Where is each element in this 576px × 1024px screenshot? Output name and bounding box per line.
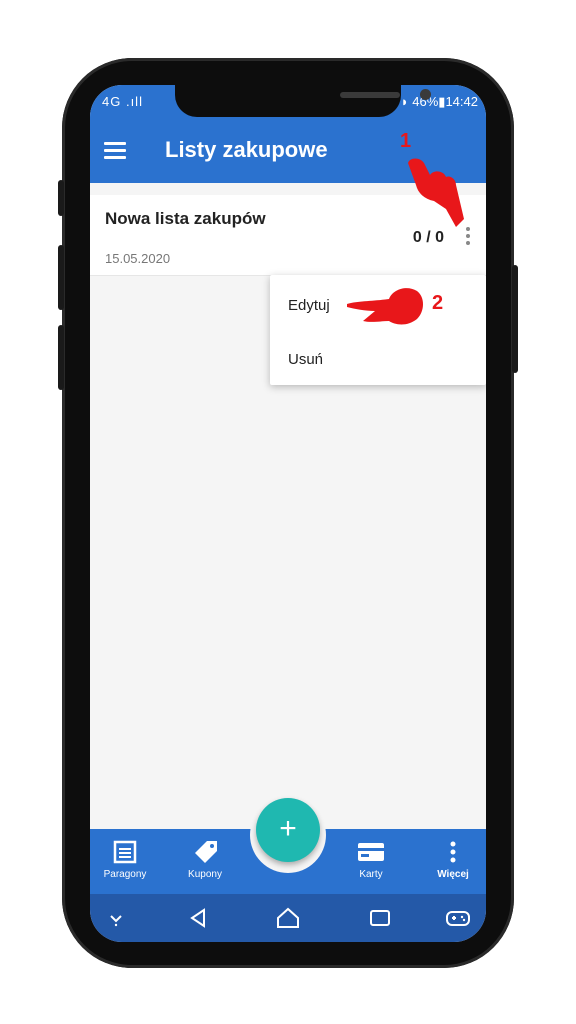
nav-item-receipts[interactable]: Paragony [90, 839, 160, 880]
nav-item-coupons[interactable]: Kupony [170, 839, 240, 880]
nav-label-receipts: Paragony [103, 869, 147, 880]
list-date: 15.05.2020 [105, 251, 171, 266]
hamburger-menu-icon[interactable] [104, 142, 126, 159]
nav-item-cards[interactable]: Karty [336, 839, 406, 880]
tag-icon [195, 841, 217, 863]
phone-screen: 4G .ıll ◗ 46%▮14:42 Listy zakupowe Nowa … [90, 85, 486, 942]
notch [175, 85, 431, 117]
status-right: ◗ 46%▮14:42 [400, 94, 478, 109]
power-button [512, 265, 518, 373]
volume-down-button [58, 325, 64, 390]
speaker [340, 92, 400, 98]
system-navigation-bar [90, 894, 486, 942]
nav-item-more[interactable]: Więcej [418, 839, 486, 880]
nav-label-coupons: Kupony [188, 869, 222, 880]
volume-button [58, 180, 64, 216]
back-icon[interactable] [184, 906, 212, 930]
volume-up-button [58, 245, 64, 310]
recent-apps-icon[interactable] [366, 906, 394, 930]
add-list-button[interactable]: + [256, 798, 320, 862]
annotation-step-2: 2 [432, 292, 444, 314]
home-icon[interactable] [274, 906, 302, 930]
list-count: 0 / 0 [412, 229, 444, 246]
game-controller-icon[interactable] [444, 906, 472, 930]
menu-item-edit[interactable]: Edytuj [288, 297, 330, 314]
nav-label-more: Więcej [437, 869, 469, 880]
clock: 14:42 [445, 94, 478, 109]
more-icon [450, 841, 456, 863]
network-indicator: 4G .ıll [102, 94, 143, 109]
pointing-hand-icon-2 [347, 288, 423, 325]
card-icon [358, 843, 384, 861]
list-name: Nowa lista zakupów [105, 209, 266, 228]
hide-keyboard-icon[interactable] [102, 906, 130, 930]
front-camera [420, 89, 431, 100]
receipt-icon [113, 840, 137, 864]
nav-label-cards: Karty [359, 869, 383, 880]
pointing-hand-icon [408, 158, 464, 227]
page-title: Listy zakupowe [165, 137, 328, 162]
menu-item-delete[interactable]: Usuń [288, 351, 323, 368]
